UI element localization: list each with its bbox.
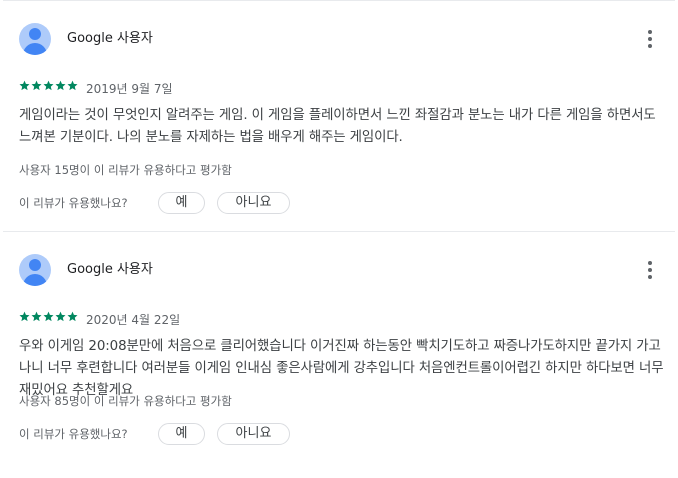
review-author: Google 사용자	[67, 262, 153, 277]
review-date: 2019년 9월 7일	[86, 82, 173, 96]
review-divider	[3, 231, 675, 232]
helpful-count: 사용자 85명이 이 리뷰가 유용하다고 평가함	[19, 394, 232, 408]
star-icon	[55, 80, 66, 91]
star-icon	[67, 80, 78, 91]
star-icon	[19, 80, 30, 91]
more-vert-icon[interactable]	[638, 258, 662, 282]
helpful-count: 사용자 15명이 이 리뷰가 유용하다고 평가함	[19, 163, 232, 177]
helpful-question: 이 리뷰가 유용했나요?	[19, 427, 128, 441]
more-vert-icon[interactable]	[638, 27, 662, 51]
star-icon	[43, 80, 54, 91]
no-button[interactable]: 아니요	[217, 423, 290, 445]
user-avatar-icon	[19, 23, 51, 55]
star-icon	[55, 311, 66, 322]
star-rating	[19, 311, 78, 322]
star-icon	[67, 311, 78, 322]
review-author: Google 사용자	[67, 31, 153, 46]
no-button[interactable]: 아니요	[217, 192, 290, 214]
user-avatar-icon	[19, 254, 51, 286]
star-rating	[19, 80, 78, 91]
star-icon	[19, 311, 30, 322]
top-divider	[3, 0, 675, 1]
review-text: 게임이라는 것이 무엇인지 알려주는 게임. 이 게임을 플레이하면서 느낀 좌…	[19, 108, 656, 145]
review-date: 2020년 4월 22일	[86, 313, 181, 327]
star-icon	[31, 311, 42, 322]
star-icon	[43, 311, 54, 322]
yes-button[interactable]: 예	[158, 192, 205, 214]
star-icon	[31, 80, 42, 91]
helpful-question: 이 리뷰가 유용했나요?	[19, 196, 128, 210]
yes-button[interactable]: 예	[158, 423, 205, 445]
